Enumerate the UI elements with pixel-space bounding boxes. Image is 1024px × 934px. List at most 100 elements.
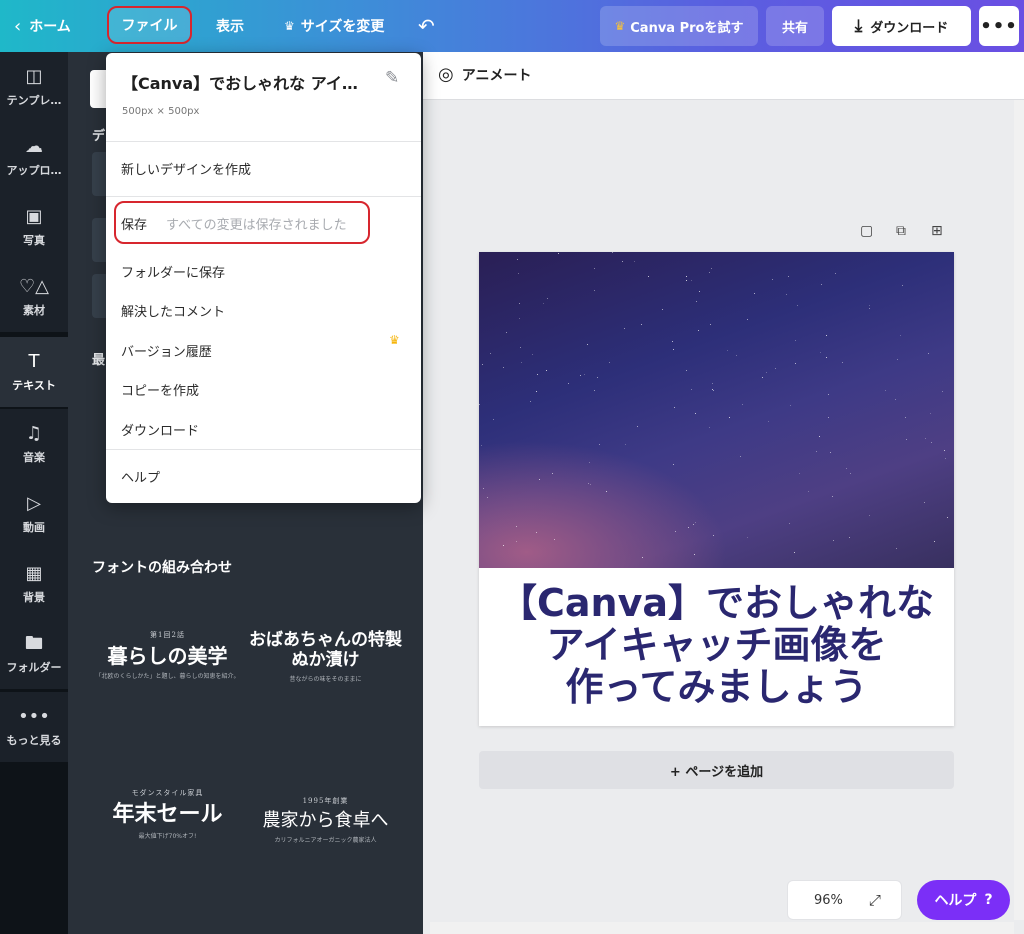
star-dot bbox=[775, 367, 777, 369]
folder-icon: 🖿 bbox=[25, 633, 43, 654]
star-dot bbox=[518, 302, 520, 304]
rail-item-label: もっと見る bbox=[6, 734, 62, 747]
menu-item-make-copy[interactable]: コピーを作成 bbox=[121, 380, 199, 399]
star-dot bbox=[599, 443, 601, 445]
star-dot bbox=[772, 278, 774, 280]
star-dot bbox=[672, 340, 674, 342]
star-dot bbox=[942, 391, 944, 393]
star-dot bbox=[767, 420, 769, 422]
page-note-icon[interactable]: ▢ bbox=[860, 223, 873, 239]
expand-icon[interactable]: ⤢ bbox=[869, 891, 881, 909]
download-button[interactable]: ⤓ ダウンロード bbox=[832, 6, 971, 46]
star-dot bbox=[934, 541, 936, 543]
star-dot bbox=[634, 260, 636, 262]
pencil-icon[interactable]: ✎ bbox=[385, 68, 399, 88]
star-dot bbox=[593, 390, 595, 392]
star-dot bbox=[711, 268, 713, 270]
vertical-scrollbar[interactable] bbox=[1014, 100, 1024, 920]
rail-item-photos[interactable]: ▣ 写真 bbox=[0, 192, 68, 262]
star-dot bbox=[520, 362, 522, 364]
star-dot bbox=[621, 261, 623, 263]
zoom-control[interactable]: 96% ⤢ bbox=[787, 880, 902, 920]
star-dot bbox=[486, 497, 488, 499]
file-menu-button[interactable]: ファイル bbox=[107, 6, 192, 44]
design-title-line: 作ってみましょう bbox=[565, 665, 868, 709]
rail-item-text[interactable]: T テキスト bbox=[0, 337, 68, 407]
menu-item-help[interactable]: ヘルプ bbox=[121, 467, 160, 486]
rail-item-label: テンプレ… bbox=[6, 94, 62, 107]
star-dot bbox=[583, 373, 585, 375]
share-label: 共有 bbox=[781, 20, 808, 36]
star-dot bbox=[819, 351, 821, 353]
menu-item-version-history[interactable]: バージョン履歴 bbox=[121, 341, 212, 360]
view-menu-button[interactable]: 表示 bbox=[216, 0, 244, 52]
menu-item-download[interactable]: ダウンロード bbox=[121, 420, 199, 439]
resize-button[interactable]: ♛ サイズを変更 bbox=[284, 0, 384, 52]
star-dot bbox=[930, 442, 932, 444]
combo-body-text: 昔ながらの味をそのままに bbox=[289, 675, 362, 683]
font-combo-card[interactable]: 1995年創業 農家から食卓へ カリフォルニアオーガニック農家法人 bbox=[248, 796, 403, 845]
undo-icon[interactable]: ↶ bbox=[418, 0, 435, 52]
menu-item-resolved-comments[interactable]: 解決したコメント bbox=[121, 301, 225, 320]
download-label: ダウンロード bbox=[870, 20, 949, 36]
star-dot bbox=[900, 334, 902, 336]
zoom-level[interactable]: 96% bbox=[814, 893, 843, 908]
text-icon: T bbox=[28, 351, 40, 372]
star-dot bbox=[674, 407, 676, 409]
design-name[interactable]: 【Canva】でおしゃれな アイ… bbox=[122, 70, 378, 94]
star-dot bbox=[828, 416, 830, 418]
combo-small-text: 第1回2話 bbox=[150, 631, 185, 639]
rail-item-music[interactable]: ♫ 音楽 bbox=[0, 409, 68, 479]
menu-item-new-design[interactable]: 新しいデザインを作成 bbox=[121, 159, 251, 178]
menu-item-save-to-folder[interactable]: フォルダーに保存 bbox=[121, 262, 225, 281]
star-dot bbox=[739, 455, 741, 457]
star-dot bbox=[636, 425, 638, 427]
horizontal-scrollbar[interactable] bbox=[430, 922, 1014, 934]
help-button[interactable]: ヘルプ ? bbox=[917, 880, 1010, 920]
star-dot bbox=[834, 272, 836, 274]
duplicate-page-icon[interactable]: ⧉ bbox=[896, 223, 906, 239]
rail-item-folders[interactable]: 🖿 フォルダー bbox=[0, 619, 68, 689]
star-dot bbox=[672, 464, 674, 466]
ellipsis-icon: ••• bbox=[980, 15, 1018, 37]
rail-item-background[interactable]: ▦ 背景 bbox=[0, 549, 68, 619]
star-dot bbox=[833, 540, 835, 542]
rail-item-video[interactable]: ▷ 動画 bbox=[0, 479, 68, 549]
star-dot bbox=[929, 412, 931, 414]
chevron-left-icon: ‹ bbox=[14, 15, 22, 37]
left-rail: ◫ テンプレ… ☁ アップロ… ▣ 写真 ♡△ 素材 T テキスト ♫ 音楽 ▷… bbox=[0, 52, 68, 934]
panel-heading-fragment: 最 bbox=[92, 353, 106, 368]
more-options-button[interactable]: ••• bbox=[979, 6, 1019, 46]
rail-item-templates[interactable]: ◫ テンプレ… bbox=[0, 52, 68, 122]
star-dot bbox=[762, 377, 764, 379]
star-dot bbox=[531, 354, 533, 356]
rail-item-elements[interactable]: ♡△ 素材 bbox=[0, 262, 68, 332]
star-dot bbox=[821, 284, 823, 286]
rail-item-more[interactable]: ••• もっと見る bbox=[0, 692, 68, 762]
rail-item-uploads[interactable]: ☁ アップロ… bbox=[0, 122, 68, 192]
font-combo-card[interactable]: 第1回2話 暮らしの美学 「北欧のくらしかた」と題し、暮らしの知恵を紹介。 bbox=[90, 630, 245, 681]
combo-headline: 農家から食卓へ bbox=[262, 810, 389, 831]
add-page-button[interactable]: + ページを追加 bbox=[479, 751, 954, 789]
rail-item-label: アップロ… bbox=[6, 164, 62, 177]
star-dot bbox=[895, 547, 897, 549]
star-dot bbox=[624, 444, 626, 446]
combo-body-text: 「北欧のくらしかた」と題し、暮らしの知恵を紹介。 bbox=[95, 673, 240, 680]
star-dot bbox=[904, 416, 906, 418]
combo-headline: おばあちゃんの特製ぬか漬け bbox=[249, 630, 402, 671]
font-combo-card[interactable]: おばあちゃんの特製ぬか漬け 昔ながらの味をそのままに bbox=[248, 626, 403, 684]
share-button[interactable]: 共有 bbox=[766, 6, 824, 46]
design-title-line: アイキャッチ画像を bbox=[546, 623, 887, 667]
star-dot bbox=[927, 353, 929, 355]
night-sky-photo[interactable] bbox=[479, 252, 954, 568]
design-title-text[interactable]: 【Canva】でおしゃれな アイキャッチ画像を 作ってみましょう bbox=[479, 582, 954, 708]
font-combo-card[interactable]: モダンスタイル家具 年末セール 最大値下げ70%オフ! bbox=[90, 788, 245, 841]
question-icon: ? bbox=[984, 892, 993, 908]
try-pro-button[interactable]: ♛ Canva Proを試す bbox=[600, 6, 758, 46]
star-dot bbox=[831, 496, 833, 498]
star-dot bbox=[819, 435, 821, 437]
design-page[interactable]: 【Canva】でおしゃれな アイキャッチ画像を 作ってみましょう bbox=[479, 252, 954, 726]
animate-button[interactable]: ◎ アニメート bbox=[438, 64, 531, 85]
home-button[interactable]: ‹ ホーム bbox=[14, 0, 71, 52]
add-page-icon[interactable]: ⊞ bbox=[931, 223, 943, 239]
